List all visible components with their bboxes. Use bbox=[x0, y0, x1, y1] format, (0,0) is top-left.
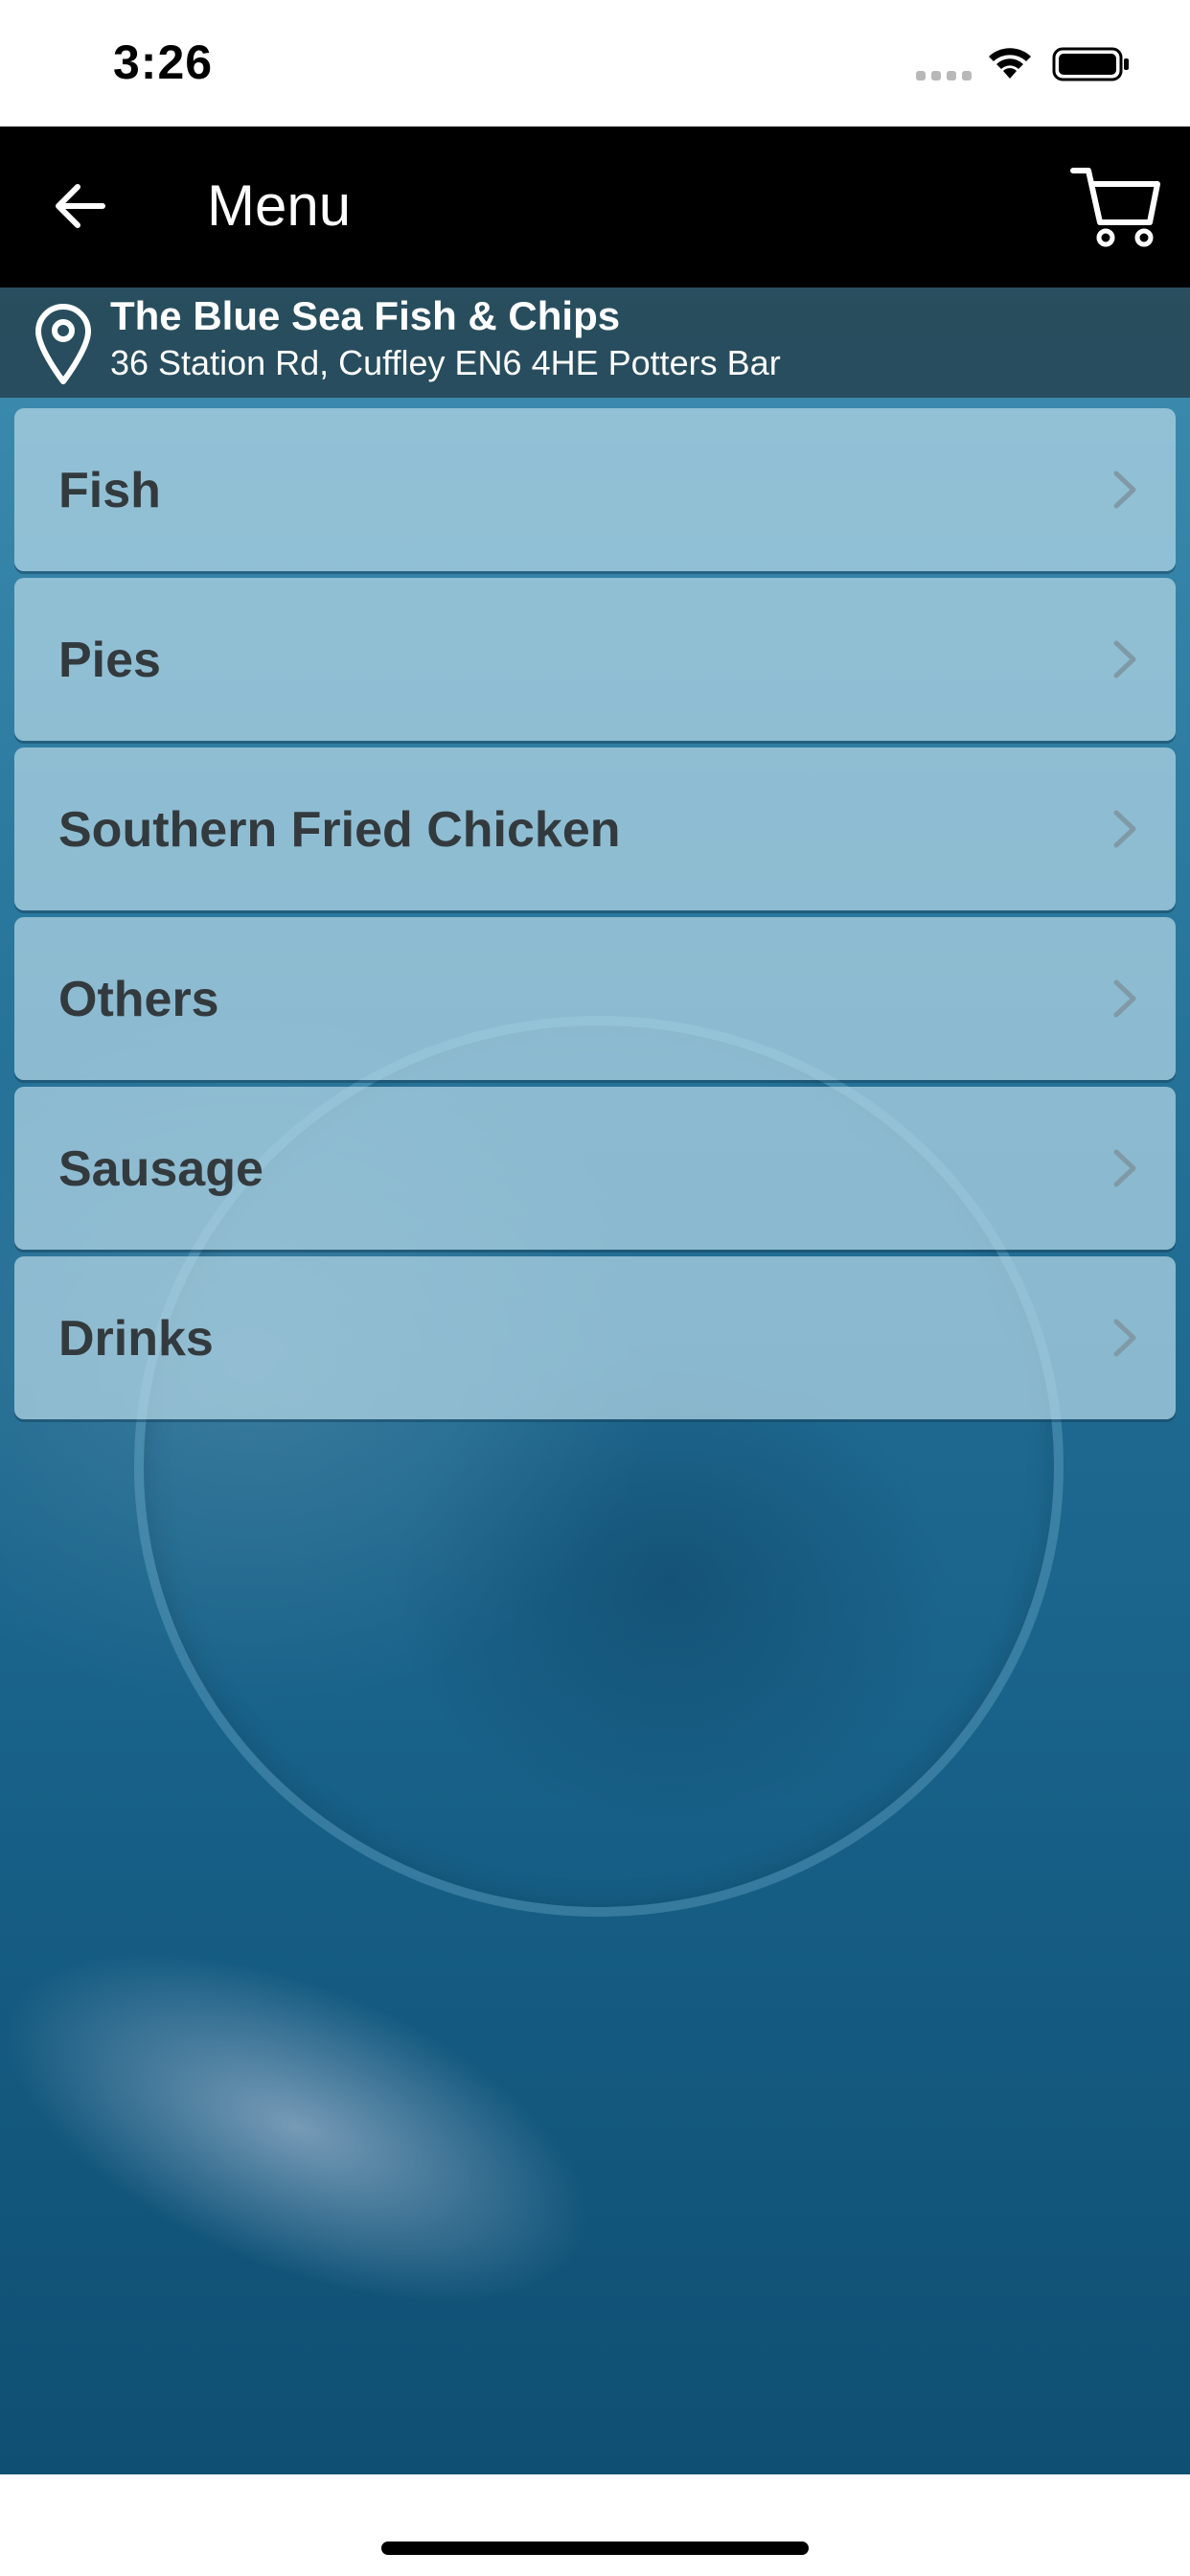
menu-category-label: Fish bbox=[58, 463, 161, 518]
menu-category-fish[interactable]: Fish bbox=[14, 408, 1176, 571]
status-bar: 3:26 bbox=[0, 0, 1190, 126]
arrow-left-icon bbox=[56, 184, 105, 228]
chevron-right-icon bbox=[1113, 979, 1136, 1018]
chevron-right-icon bbox=[1113, 810, 1136, 848]
restaurant-info-bar: The Blue Sea Fish & Chips 36 Station Rd,… bbox=[0, 288, 1190, 398]
location-pin-icon bbox=[35, 304, 91, 384]
menu-category-pies[interactable]: Pies bbox=[14, 578, 1176, 741]
menu-category-others[interactable]: Others bbox=[14, 917, 1176, 1080]
chevron-right-icon bbox=[1113, 1319, 1136, 1357]
wifi-icon bbox=[989, 48, 1031, 79]
status-time: 3:26 bbox=[113, 35, 214, 89]
menu-background: The Blue Sea Fish & Chips 36 Station Rd,… bbox=[0, 288, 1190, 2474]
restaurant-address: 36 Station Rd, Cuffley EN6 4HE Potters B… bbox=[110, 343, 781, 382]
signal-icon bbox=[916, 71, 972, 80]
background-decoration bbox=[0, 1859, 666, 2396]
chevron-right-icon bbox=[1113, 471, 1136, 509]
chevron-right-icon bbox=[1113, 640, 1136, 678]
menu-category-label: Southern Fried Chicken bbox=[58, 802, 621, 858]
battery-icon bbox=[1052, 47, 1129, 81]
menu-category-southern-fried-chicken[interactable]: Southern Fried Chicken bbox=[14, 748, 1176, 910]
menu-category-sausage[interactable]: Sausage bbox=[14, 1087, 1176, 1250]
back-button[interactable] bbox=[38, 165, 121, 247]
menu-category-drinks[interactable]: Drinks bbox=[14, 1256, 1176, 1419]
shopping-cart-icon[interactable] bbox=[1069, 163, 1161, 251]
page-title: Menu bbox=[207, 173, 352, 238]
home-indicator[interactable] bbox=[381, 2542, 809, 2555]
menu-category-list: Fish Pies Southern Fried Chicken Others … bbox=[14, 408, 1176, 1426]
app-header: Menu bbox=[0, 126, 1190, 288]
menu-category-label: Pies bbox=[58, 632, 161, 688]
menu-category-label: Sausage bbox=[58, 1141, 263, 1197]
menu-category-label: Drinks bbox=[58, 1311, 214, 1367]
menu-category-label: Others bbox=[58, 972, 219, 1027]
chevron-right-icon bbox=[1113, 1149, 1136, 1187]
restaurant-name: The Blue Sea Fish & Chips bbox=[110, 293, 621, 338]
bottom-bar bbox=[0, 2474, 1190, 2576]
